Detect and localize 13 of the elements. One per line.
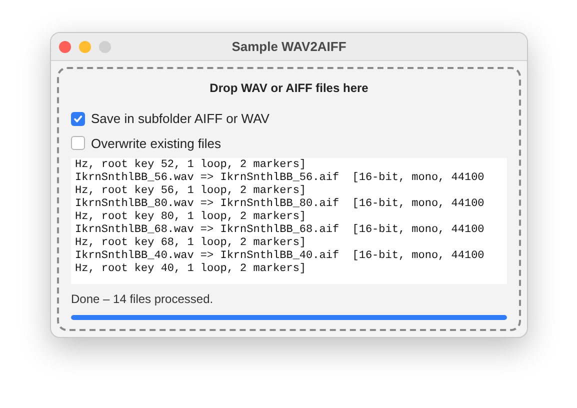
close-button[interactable] [59, 40, 71, 52]
minimize-button[interactable] [79, 40, 91, 52]
status-text: Done – 14 files processed. [71, 291, 214, 308]
checkbox[interactable] [71, 112, 85, 126]
zoom-button[interactable] [99, 40, 111, 52]
drop-zone[interactable] [57, 67, 521, 331]
drop-zone-label: Drop WAV or AIFF files here [210, 80, 368, 97]
checkbox[interactable] [71, 136, 85, 150]
checkbox-label: Overwrite existing files [91, 134, 222, 153]
checkbox-label: Save in subfolder AIFF or WAV [91, 110, 270, 128]
log-output: Hz, root key 52, 1 loop, 2 markers] IkrnSnthlBB_56.wav => IkrnSnthlBB_56.aif [16-bit, mono, 44100 Hz, root key 56, 1 loop, 2 markers] IkrnSnthlBB_80.wav => IkrnSnthlBB_80.aif [16-bit, mono, 44100 Hz, root key 80, 1 loop, 2 markers] IkrnSnthlBB_68.wav => IkrnSnthlBB_68.aif [16-bit, mono, 44100 Hz, root key 68, 1 loop, 2 markers] IkrnSnthlBB_40.wav => IkrnSnthlBB_40.aif [16-bit, mono, 44100 Hz, root key 40, 1 loop, 2 markers] [71, 158, 507, 284]
checkmark-icon [73, 114, 83, 124]
window-title: Sample WAV2AIFF [232, 38, 346, 56]
